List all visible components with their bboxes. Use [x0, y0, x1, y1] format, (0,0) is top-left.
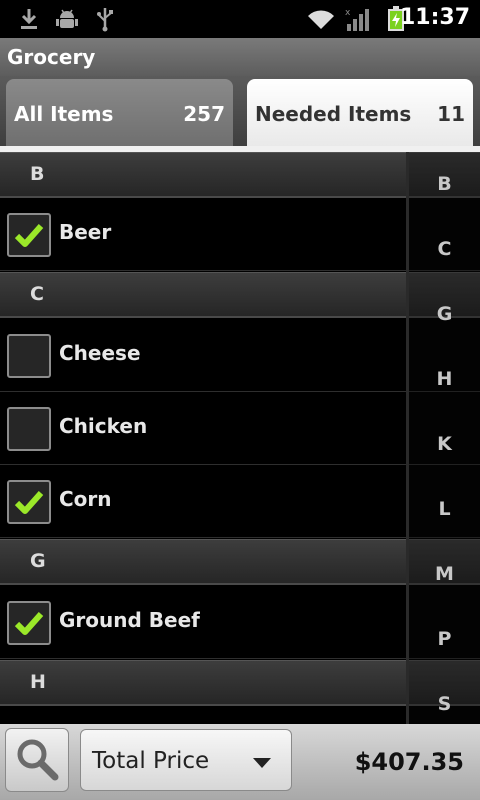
item-name: Cheese	[59, 341, 141, 365]
tab-needed-items-count: 11	[437, 102, 465, 126]
item-checkbox[interactable]	[7, 334, 51, 378]
item-name: Chicken	[59, 414, 148, 438]
index-letter[interactable]: B	[409, 173, 480, 195]
android-debug-icon	[54, 6, 80, 32]
spinner-label: Total Price	[92, 748, 210, 774]
item-checkbox[interactable]	[7, 601, 51, 645]
alphabet-index[interactable]: B C G H K L M P S	[406, 152, 480, 724]
title-bar: Grocery	[0, 38, 480, 76]
wifi-icon	[304, 6, 338, 32]
index-letter[interactable]: K	[409, 433, 480, 455]
total-price: $407.35	[354, 748, 464, 776]
index-letter[interactable]: M	[409, 563, 480, 585]
section-letter: G	[30, 550, 46, 572]
tab-all-items[interactable]: All Items 257	[6, 79, 233, 149]
tab-all-items-label: All Items	[14, 102, 114, 126]
status-clock: 11:37	[399, 5, 470, 30]
search-button[interactable]	[5, 728, 69, 792]
checkmark-icon	[14, 224, 44, 247]
status-bar: x 11:37	[0, 0, 480, 38]
item-checkbox[interactable]	[7, 407, 51, 451]
tab-needed-items-label: Needed Items	[255, 102, 412, 126]
signal-icon: x	[344, 6, 374, 32]
item-name: Beer	[59, 220, 112, 244]
search-icon	[17, 739, 59, 781]
checkmark-icon	[14, 491, 44, 514]
tab-needed-items[interactable]: Needed Items 11	[247, 79, 473, 149]
tab-bar: All Items 257 Needed Items 11	[0, 76, 480, 152]
index-letter[interactable]: C	[409, 238, 480, 260]
item-name: Ground Beef	[59, 608, 200, 632]
index-letter[interactable]: G	[409, 303, 480, 325]
index-letter[interactable]: S	[409, 693, 480, 715]
item-checkbox[interactable]	[7, 480, 51, 524]
tab-all-items-count: 257	[183, 102, 225, 126]
item-checkbox[interactable]	[7, 213, 51, 257]
section-letter: B	[30, 163, 45, 185]
usb-icon	[92, 6, 118, 32]
index-letter[interactable]: L	[409, 498, 480, 520]
app-title: Grocery	[7, 45, 96, 69]
index-letter[interactable]: P	[409, 628, 480, 650]
download-icon	[16, 6, 42, 32]
section-letter: C	[30, 283, 44, 305]
dropdown-arrow-icon	[253, 758, 271, 768]
bottom-bar: Total Price $407.35	[0, 724, 480, 800]
item-name: Corn	[59, 487, 112, 511]
sort-spinner[interactable]: Total Price	[80, 729, 292, 791]
index-letter[interactable]: H	[409, 368, 480, 390]
section-letter: H	[30, 671, 46, 693]
svg-text:x: x	[345, 8, 351, 18]
checkmark-icon	[14, 612, 44, 635]
